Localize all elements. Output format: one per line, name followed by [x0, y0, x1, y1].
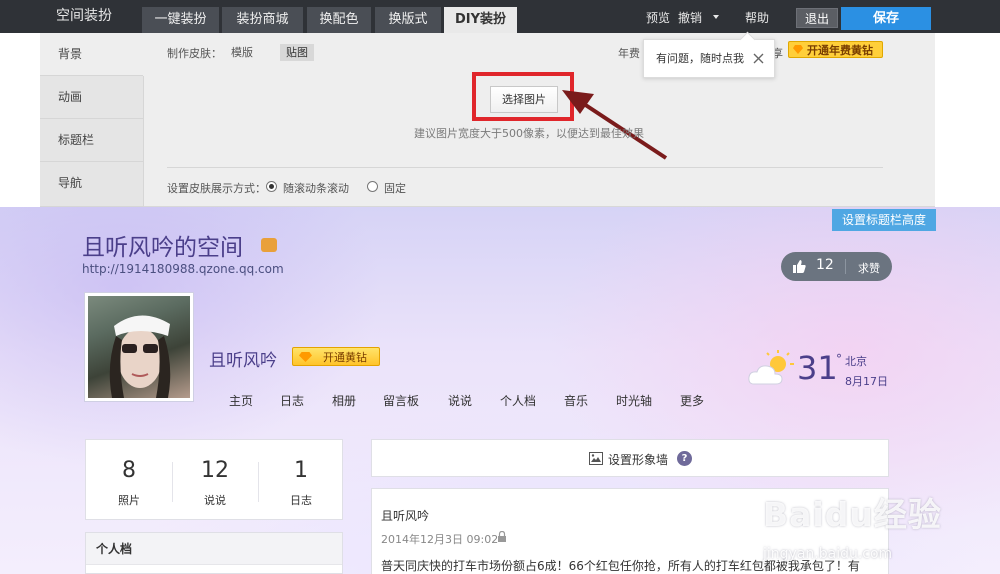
tab-color[interactable]: 换配色 — [307, 7, 371, 33]
space-title[interactable]: 且听风吟的空间 — [82, 228, 243, 262]
question-icon[interactable]: ? — [677, 451, 692, 466]
stat-photos-label: 照片 — [118, 494, 140, 507]
sidebar-item-background[interactable]: 背景 — [40, 33, 143, 76]
nav-moments[interactable]: 说说 — [448, 392, 472, 409]
help-link[interactable]: 帮助 — [745, 0, 769, 33]
image-edit-icon — [589, 452, 603, 465]
post-time: 2014年12月3日 09:02 — [381, 533, 499, 546]
sidebar-item-navigation[interactable]: 导航 — [40, 162, 143, 207]
nav-blog[interactable]: 日志 — [280, 392, 304, 409]
exit-button[interactable]: 退出 — [796, 8, 838, 28]
tab-one-click[interactable]: 一键装扮 — [142, 7, 219, 33]
set-image-wall-label: 设置形象墙 — [608, 453, 669, 467]
like-separator — [845, 259, 846, 274]
avatar[interactable] — [84, 292, 194, 402]
stat-moments-label: 说说 — [204, 494, 226, 507]
sidebar-item-titlebar[interactable]: 标题栏 — [40, 119, 143, 162]
display-mode-label: 设置皮肤展示方式： — [167, 182, 266, 195]
nav-music[interactable]: 音乐 — [564, 392, 588, 409]
save-button[interactable]: 保存 — [841, 7, 931, 30]
like-button[interactable]: 12 求赞 — [781, 252, 892, 281]
nav-guestbook[interactable]: 留言板 — [383, 392, 419, 409]
partly-cloudy-icon — [748, 350, 794, 385]
skin-option-template[interactable]: 模版 — [225, 44, 259, 61]
preview-link[interactable]: 预览 — [646, 0, 670, 33]
stat-photos-count: 8 — [122, 458, 136, 483]
watermark-logo: Baidu经验 jingyan.baidu.com — [763, 488, 953, 568]
help-tooltip[interactable]: 有问题，随时点我 — [643, 39, 775, 78]
radio-scroll[interactable] — [266, 181, 277, 192]
help-tooltip-text: 有问题，随时点我 — [656, 52, 744, 65]
weather-date: 8月17日 — [845, 375, 888, 388]
like-count: 12 — [816, 257, 834, 273]
app-title: 空间装扮 — [56, 8, 112, 24]
stat-photos[interactable]: 8 照片 — [86, 440, 172, 521]
post-author[interactable]: 且听风吟 — [381, 507, 429, 524]
choose-image-button[interactable]: 选择图片 — [490, 86, 558, 113]
nav-profile[interactable]: 个人档 — [500, 392, 536, 409]
watermark-url: jingyan.baidu.com — [763, 546, 893, 562]
close-icon[interactable] — [752, 52, 765, 65]
stat-blogs[interactable]: 1 日志 — [258, 440, 344, 521]
top-toolbar: 空间装扮 一键装扮 装扮商城 换配色 换版式 DIY装扮 预览 撤销 帮助 退出… — [0, 0, 1000, 33]
stat-blogs-label: 日志 — [290, 494, 312, 507]
radio-fixed-label[interactable]: 固定 — [384, 180, 406, 196]
nickname[interactable]: 且听风吟 — [209, 346, 277, 371]
skin-label: 制作皮肤： — [167, 47, 222, 60]
gift-icon[interactable] — [261, 238, 277, 252]
nav-home[interactable]: 主页 — [229, 392, 253, 409]
tab-shop[interactable]: 装扮商城 — [222, 7, 303, 33]
chevron-down-icon[interactable] — [713, 15, 719, 19]
nav-album[interactable]: 相册 — [332, 392, 356, 409]
nav-timeline[interactable]: 时光轴 — [616, 392, 652, 409]
open-vip-button[interactable]: 开通黄钻 — [292, 347, 380, 366]
set-titlebar-height-button[interactable]: 设置标题栏高度 — [832, 209, 936, 231]
tab-diy[interactable]: DIY装扮 — [444, 7, 517, 33]
nav-more[interactable]: 更多 — [680, 392, 704, 409]
weather-degree: ° — [836, 352, 842, 366]
undo-link[interactable]: 撤销 — [678, 0, 702, 33]
stat-blogs-count: 1 — [294, 458, 308, 483]
radio-fixed[interactable] — [367, 181, 378, 192]
stat-moments[interactable]: 12 说说 — [172, 440, 258, 521]
yearly-vip-text: 年费 — [618, 47, 640, 60]
ask-like-label: 求赞 — [858, 262, 880, 275]
thumbs-up-icon — [793, 260, 806, 273]
open-yearly-vip-label: 开通年费黄钻 — [807, 44, 873, 57]
diamond-icon — [299, 352, 312, 362]
diamond-icon — [793, 45, 803, 54]
panel-divider — [167, 167, 883, 168]
open-vip-label: 开通黄钻 — [323, 351, 367, 364]
weather-city: 北京 — [845, 355, 867, 368]
profile-card: 个人档 — [85, 532, 343, 574]
radio-scroll-label[interactable]: 随滚动条滚动 — [283, 180, 349, 196]
image-size-hint: 建议图片宽度大于500像素，以便达到最佳效果 — [414, 127, 644, 140]
stats-card: 8 照片 12 说说 1 日志 — [85, 439, 343, 520]
avatar-portrait-icon — [109, 315, 171, 398]
sidebar-item-animation[interactable]: 动画 — [40, 76, 143, 119]
set-image-wall-button[interactable]: 设置形象墙 ? — [371, 439, 889, 477]
weather-temperature: 31 — [797, 349, 838, 387]
skin-option-sticker[interactable]: 贴图 — [280, 44, 314, 61]
watermark-text: Baidu经验 — [763, 495, 942, 534]
profile-card-title[interactable]: 个人档 — [86, 533, 342, 565]
sidebar-divider — [143, 76, 144, 207]
space-url[interactable]: http://1914180988.qzone.qq.com — [82, 262, 284, 276]
stat-moments-count: 12 — [201, 458, 229, 483]
avatar-photo — [88, 296, 190, 398]
lock-icon — [498, 531, 506, 542]
tab-layout[interactable]: 换版式 — [375, 7, 441, 33]
open-yearly-vip-button[interactable]: 开通年费黄钻 — [788, 41, 883, 58]
